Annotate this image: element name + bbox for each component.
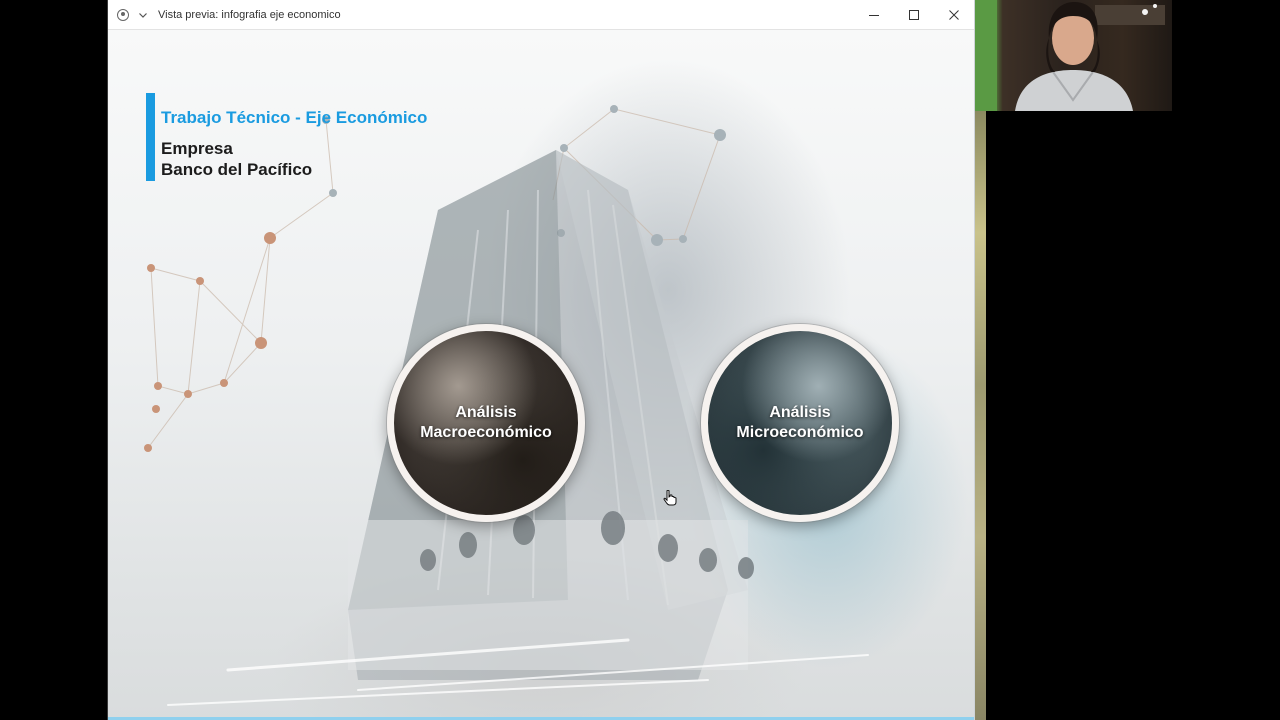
background-strip (975, 111, 986, 720)
window-titlebar: Vista previa: infografia eje economico (108, 0, 974, 30)
maximize-button[interactable] (894, 0, 934, 30)
chevron-down-icon[interactable] (136, 8, 150, 22)
close-icon (949, 10, 959, 20)
window-controls (854, 0, 974, 30)
webcam-video (975, 0, 1172, 111)
maximize-icon (909, 10, 919, 20)
microeconomic-analysis-button[interactable]: Análisis Microeconómico (701, 324, 899, 522)
slide-heading: Trabajo Técnico - Eje Económico (161, 108, 428, 127)
window-title: Vista previa: infografia eje economico (158, 8, 341, 21)
slide: Trabajo Técnico - Eje Económico Empresa … (108, 30, 974, 720)
macro-label-line1: Análisis (455, 404, 517, 421)
hand-cursor-icon (663, 490, 677, 506)
title-accent-bar (146, 93, 155, 181)
screen: Vista previa: infografia eje economico T… (0, 0, 1280, 720)
macroeconomic-label: Análisis Macroeconómico (420, 403, 552, 443)
macro-label-line2: Macroeconómico (420, 424, 552, 441)
person-icon (975, 0, 1165, 111)
minimize-button[interactable] (854, 0, 894, 30)
minimize-icon (869, 15, 879, 16)
microeconomic-label: Análisis Microeconómico (736, 403, 863, 443)
preview-window: Vista previa: infografia eje economico T… (107, 0, 975, 720)
micro-label-line1: Análisis (769, 404, 831, 421)
close-button[interactable] (934, 0, 974, 30)
macroeconomic-analysis-button[interactable]: Análisis Macroeconómico (387, 324, 585, 522)
micro-label-line2: Microeconómico (736, 424, 864, 441)
app-icon[interactable] (117, 8, 129, 21)
company-name: Banco del Pacífico (161, 160, 313, 179)
company-label: Empresa (161, 139, 233, 158)
